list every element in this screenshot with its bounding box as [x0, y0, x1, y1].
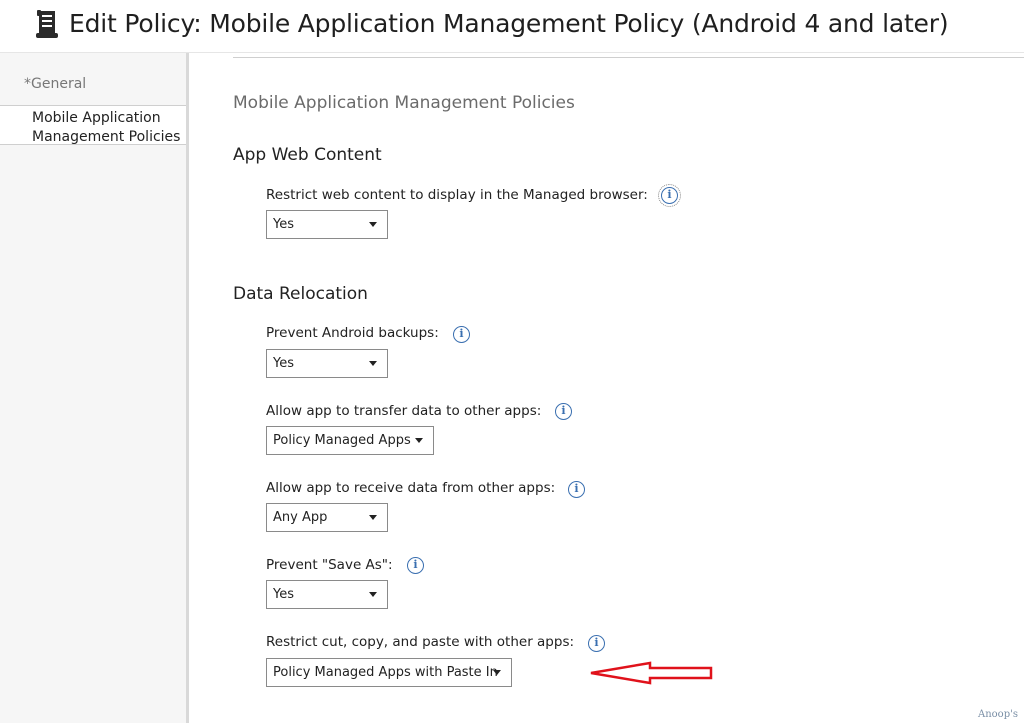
prevent-save-as-select[interactable]: Yes [266, 580, 388, 609]
select-value: Policy Managed Apps with Paste In [273, 665, 498, 680]
sidebar-item-label: Mobile Application Management Policies [32, 110, 181, 145]
select-value: Policy Managed Apps [273, 433, 411, 448]
divider [233, 57, 1024, 58]
chevron-down-icon [493, 670, 501, 675]
sidebar-item-mam-policies[interactable]: Mobile Application Management Policies [0, 105, 186, 145]
info-icon[interactable]: i [658, 184, 681, 207]
info-icon[interactable]: i [555, 403, 572, 420]
restrict-clipboard-select[interactable]: Policy Managed Apps with Paste In [266, 658, 512, 687]
red-arrow-annotation [590, 661, 713, 685]
select-value: Yes [273, 356, 294, 371]
sidebar: *General Mobile Application Management P… [0, 53, 189, 723]
window-title: Edit Policy: Mobile Application Manageme… [69, 9, 949, 38]
group-title-data-relocation: Data Relocation [233, 284, 368, 304]
group-title-app-web-content: App Web Content [233, 145, 382, 165]
select-value: Yes [273, 587, 294, 602]
chevron-down-icon [369, 361, 377, 366]
page-section-title: Mobile Application Management Policies [233, 93, 575, 113]
field-label-prevent-save-as: Prevent "Save As": [266, 557, 393, 573]
info-icon[interactable]: i [588, 635, 605, 652]
info-icon[interactable]: i [407, 557, 424, 574]
select-value: Yes [273, 217, 294, 232]
info-icon[interactable]: i [453, 326, 470, 343]
watermark: Anoop's [978, 709, 1018, 720]
field-label-restrict-web-content: Restrict web content to display in the M… [266, 187, 648, 203]
policy-scroll-icon [36, 10, 58, 38]
receive-data-select[interactable]: Any App [266, 503, 388, 532]
info-icon[interactable]: i [568, 481, 585, 498]
field-label-restrict-clipboard: Restrict cut, copy, and paste with other… [266, 634, 575, 650]
window-title-bar: Edit Policy: Mobile Application Manageme… [0, 0, 1024, 53]
field-label-receive-data: Allow app to receive data from other app… [266, 480, 556, 496]
sidebar-item-general[interactable]: *General [24, 76, 86, 92]
field-label-prevent-backups: Prevent Android backups: [266, 325, 439, 341]
field-label-transfer-data: Allow app to transfer data to other apps… [266, 403, 542, 419]
chevron-down-icon [415, 438, 423, 443]
chevron-down-icon [369, 222, 377, 227]
prevent-backups-select[interactable]: Yes [266, 349, 388, 378]
transfer-data-select[interactable]: Policy Managed Apps [266, 426, 434, 455]
restrict-web-content-select[interactable]: Yes [266, 210, 388, 239]
chevron-down-icon [369, 592, 377, 597]
select-value: Any App [273, 510, 328, 525]
chevron-down-icon [369, 515, 377, 520]
